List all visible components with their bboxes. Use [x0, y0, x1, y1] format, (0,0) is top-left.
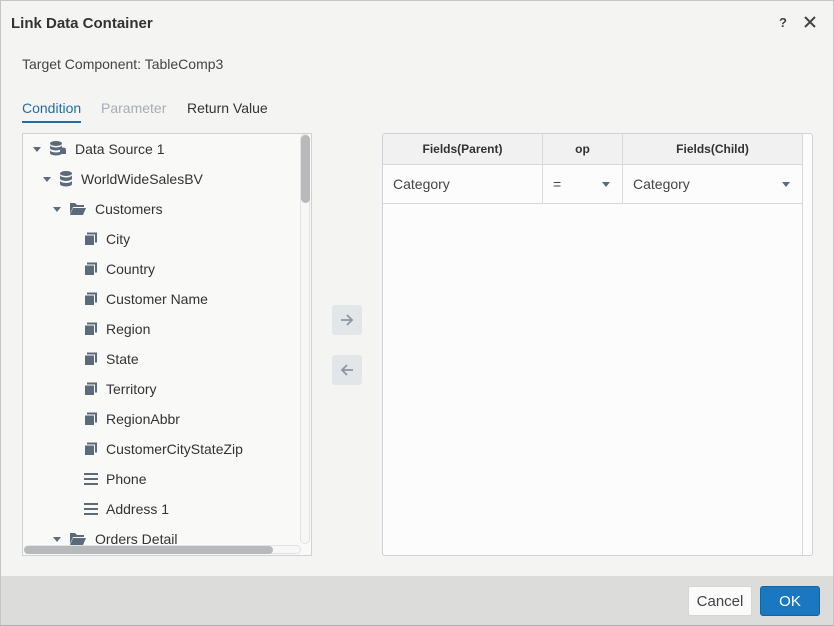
- dimension-icon: [84, 322, 97, 336]
- tree-item-label: Data Source 1: [75, 141, 165, 157]
- column-header-fields-parent: Fields(Parent): [383, 134, 543, 165]
- folder-open-icon: [70, 203, 86, 215]
- child-field-value: Category: [633, 176, 690, 192]
- detail-field-icon: [84, 503, 98, 515]
- tree-item-label: Territory: [106, 381, 157, 397]
- dimension-icon: [84, 262, 97, 276]
- tree-item-customers[interactable]: Customers: [53, 198, 163, 220]
- operator-value: =: [553, 176, 562, 192]
- dimension-icon: [84, 292, 97, 306]
- column-header-fields-child: Fields(Child): [623, 134, 803, 165]
- dialog-title: Link Data Container: [11, 15, 153, 32]
- dimension-icon: [84, 442, 97, 456]
- expand-caret-icon[interactable]: [33, 146, 41, 152]
- tree-horizontal-scroll-thumb[interactable]: [24, 546, 273, 554]
- column-header-op: op: [543, 134, 623, 165]
- data-source-tree[interactable]: Data Source 1 WorldWideSalesBV Customers…: [22, 133, 312, 556]
- tree-item-region[interactable]: Region: [84, 318, 150, 340]
- dimension-icon: [84, 412, 97, 426]
- chevron-down-icon: [602, 182, 610, 187]
- tree-item-state[interactable]: State: [84, 348, 139, 370]
- tree-item-label: Customers: [95, 201, 163, 217]
- tree-item-label: City: [106, 231, 131, 247]
- operator-select[interactable]: =: [543, 165, 623, 204]
- tree-item-address-1[interactable]: Address 1: [84, 498, 169, 520]
- tree-item-data-source[interactable]: Data Source 1: [33, 138, 165, 160]
- ok-button[interactable]: OK: [760, 586, 820, 616]
- detail-field-icon: [84, 473, 98, 485]
- tree-item-label: Phone: [106, 471, 147, 487]
- dimension-icon: [84, 352, 97, 366]
- tree-item-label: Country: [106, 261, 156, 277]
- database-icon: [60, 171, 72, 187]
- chevron-down-icon: [782, 182, 790, 187]
- tab-return-value[interactable]: Return Value: [187, 100, 268, 121]
- tree-vertical-scroll-thumb[interactable]: [301, 135, 310, 203]
- tree-item-label: Address 1: [106, 501, 170, 517]
- tree-item-database[interactable]: WorldWideSalesBV: [43, 168, 203, 190]
- link-data-container-dialog: Link Data Container ? Target Component: …: [0, 0, 834, 626]
- close-icon: [804, 16, 816, 28]
- parent-field-value: Category: [393, 176, 450, 192]
- dimension-icon: [84, 232, 97, 246]
- close-button[interactable]: [802, 12, 818, 32]
- tree-item-customer-name[interactable]: Customer Name: [84, 288, 208, 310]
- tab-condition[interactable]: Condition: [22, 100, 82, 123]
- tab-parameter[interactable]: Parameter: [101, 100, 166, 121]
- grid-scroll-gutter: [802, 134, 803, 555]
- tree-item-label: Region: [106, 321, 151, 337]
- tree-item-country[interactable]: Country: [84, 258, 155, 280]
- help-button[interactable]: ?: [779, 15, 787, 30]
- arrow-left-icon: [340, 364, 353, 376]
- data-source-icon: [50, 141, 66, 156]
- tree-item-label: CustomerCityStateZip: [106, 441, 243, 457]
- expand-caret-icon[interactable]: [53, 206, 61, 212]
- tree-item-label: Customer Name: [106, 291, 208, 307]
- cancel-button[interactable]: Cancel: [688, 586, 752, 616]
- remove-condition-button[interactable]: [332, 355, 362, 385]
- tree-item-label: RegionAbbr: [106, 411, 180, 427]
- add-condition-button[interactable]: [332, 305, 362, 335]
- tree-item-label: WorldWideSalesBV: [81, 171, 203, 187]
- tree-item-territory[interactable]: Territory: [84, 378, 157, 400]
- arrow-right-icon: [341, 314, 354, 326]
- parent-field-cell[interactable]: Category: [383, 165, 543, 204]
- expand-caret-icon[interactable]: [43, 176, 51, 182]
- tree-item-phone[interactable]: Phone: [84, 468, 146, 490]
- dimension-icon: [84, 382, 97, 396]
- tree-item-regionabbr[interactable]: RegionAbbr: [84, 408, 180, 430]
- tree-item-label: State: [106, 351, 139, 367]
- expand-caret-icon[interactable]: [53, 536, 61, 542]
- child-field-select[interactable]: Category: [623, 165, 803, 204]
- condition-grid: Fields(Parent) op Fields(Child) Category…: [382, 133, 813, 556]
- tree-item-city[interactable]: City: [84, 228, 130, 250]
- target-component-label: Target Component: TableComp3: [22, 56, 224, 72]
- tree-item-customercitystatezip[interactable]: CustomerCityStateZip: [84, 438, 243, 460]
